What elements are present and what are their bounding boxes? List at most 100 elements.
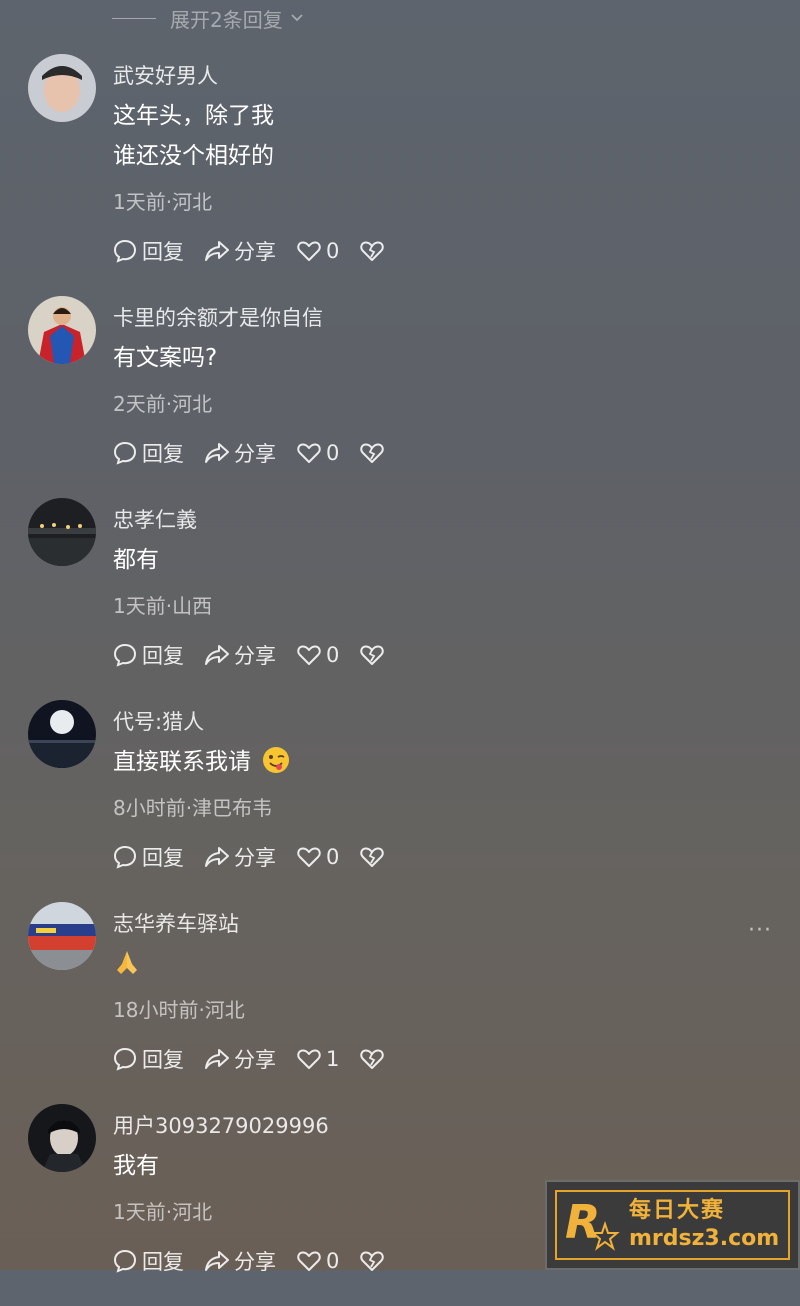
expand-replies[interactable]: 展开2条回复	[112, 2, 305, 34]
reply-button[interactable]: 回复	[112, 1044, 184, 1074]
reply-label: 回复	[142, 846, 184, 870]
username[interactable]: 用户3093279029996	[113, 1110, 329, 1140]
comment-meta: 1天前·河北	[113, 1200, 213, 1224]
comment-text-line: 这年头，除了我	[113, 103, 274, 129]
like-count: 0	[326, 239, 340, 263]
share-label: 分享	[234, 846, 276, 870]
comment-actions: 回复 分享 0	[112, 236, 409, 266]
like-count: 0	[326, 1249, 340, 1273]
dislike-button[interactable]	[359, 238, 389, 264]
comment-text: 都有	[113, 540, 159, 580]
svg-text:R: R	[565, 1195, 600, 1249]
like-count: 0	[326, 441, 340, 465]
comment-item: 忠孝仁義 都有 1天前·山西 回复 分享 0	[0, 498, 800, 700]
broken-heart-icon	[360, 241, 385, 261]
comment-actions: 回复 分享 0	[112, 438, 409, 468]
share-label: 分享	[234, 240, 276, 264]
watermark-name: 每日大赛	[629, 1198, 726, 1223]
username[interactable]: 代号:猎人	[113, 706, 204, 736]
username[interactable]: 武安好男人	[113, 60, 218, 90]
heart-icon	[297, 443, 321, 463]
dislike-button[interactable]	[359, 440, 389, 466]
wink-tongue-emoji-icon	[263, 747, 290, 773]
share-arrow-icon	[205, 1049, 229, 1069]
avatar[interactable]	[28, 700, 96, 768]
like-count: 1	[326, 1047, 340, 1071]
heart-icon	[297, 847, 321, 867]
share-button[interactable]: 分享	[204, 1044, 276, 1074]
comment-text-line: 直接联系我请	[113, 742, 290, 782]
reply-button[interactable]: 回复	[112, 1246, 184, 1276]
avatar[interactable]	[28, 902, 96, 970]
like-button[interactable]: 0	[296, 440, 339, 466]
share-button[interactable]: 分享	[204, 1246, 276, 1276]
reply-bubble-icon	[113, 643, 137, 667]
like-count: 0	[326, 845, 340, 869]
share-button[interactable]: 分享	[204, 640, 276, 670]
watermark: R 每日大赛 mrdsz3.com	[545, 1180, 800, 1270]
comment-text: 直接联系我请	[113, 742, 290, 782]
username[interactable]: 卡里的余额才是你自信	[113, 302, 323, 332]
comment-item: 代号:猎人 直接联系我请 8小时前·津巴布韦 回复 分享 0	[0, 700, 800, 902]
comment-meta: 8小时前·津巴布韦	[113, 796, 273, 820]
reply-bubble-icon	[113, 441, 137, 465]
broken-heart-icon	[360, 1251, 385, 1271]
username[interactable]: 志华养车驿站	[113, 908, 239, 938]
comment-text	[113, 944, 141, 984]
share-label: 分享	[234, 1048, 276, 1072]
chevron-down-icon	[291, 14, 303, 22]
like-button[interactable]: 1	[296, 1046, 339, 1072]
reply-label: 回复	[142, 644, 184, 668]
comment-actions: 回复 分享 1	[112, 1044, 409, 1074]
comment-actions: 回复 分享 0	[112, 842, 409, 872]
reply-button[interactable]: 回复	[112, 438, 184, 468]
like-button[interactable]: 0	[296, 844, 339, 870]
heart-icon	[297, 241, 321, 261]
reply-button[interactable]: 回复	[112, 236, 184, 266]
watermark-logo-icon: R	[565, 1195, 620, 1251]
heart-icon	[297, 1251, 321, 1271]
share-button[interactable]: 分享	[204, 236, 276, 266]
reply-label: 回复	[142, 442, 184, 466]
reply-bubble-icon	[113, 1047, 137, 1071]
comment-text: 这年头，除了我 谁还没个相好的	[113, 96, 274, 176]
avatar[interactable]	[28, 498, 96, 566]
username[interactable]: 忠孝仁義	[113, 504, 197, 534]
praying-hands-emoji-icon	[117, 951, 137, 974]
reply-label: 回复	[142, 1250, 184, 1274]
comment-text-line: 我有	[113, 1153, 159, 1179]
more-dots-icon[interactable]: ···	[748, 918, 772, 943]
share-button[interactable]: 分享	[204, 438, 276, 468]
dislike-button[interactable]	[359, 844, 389, 870]
dislike-button[interactable]	[359, 642, 389, 668]
avatar[interactable]	[28, 296, 96, 364]
avatar[interactable]	[28, 54, 96, 122]
dislike-button[interactable]	[359, 1046, 389, 1072]
comment-text-line: 谁还没个相好的	[113, 143, 274, 169]
reply-button[interactable]: 回复	[112, 640, 184, 670]
broken-heart-icon	[360, 847, 385, 867]
reply-bubble-icon	[113, 1249, 137, 1273]
like-button[interactable]: 0	[296, 238, 339, 264]
broken-heart-icon	[360, 443, 385, 463]
dislike-button[interactable]	[359, 1248, 389, 1274]
share-label: 分享	[234, 1250, 276, 1274]
expand-replies-label: 展开2条回复	[170, 7, 283, 32]
reply-button[interactable]: 回复	[112, 842, 184, 872]
like-button[interactable]: 0	[296, 1248, 339, 1274]
reply-label: 回复	[142, 240, 184, 264]
comment-meta: 1天前·河北	[113, 190, 213, 214]
comment-text-line: 都有	[113, 547, 159, 573]
watermark-url: mrdsz3.com	[629, 1226, 780, 1251]
comment-text: 我有	[113, 1146, 159, 1186]
like-button[interactable]: 0	[296, 642, 339, 668]
comment-item: 志华养车驿站 ··· 18小时前·河北 回复 分享 1	[0, 902, 800, 1104]
avatar[interactable]	[28, 1104, 96, 1172]
share-button[interactable]: 分享	[204, 842, 276, 872]
share-arrow-icon	[205, 241, 229, 261]
share-arrow-icon	[205, 645, 229, 665]
share-arrow-icon	[205, 443, 229, 463]
heart-icon	[297, 645, 321, 665]
comment-meta: 2天前·河北	[113, 392, 213, 416]
comment-actions: 回复 分享 0	[112, 640, 409, 670]
